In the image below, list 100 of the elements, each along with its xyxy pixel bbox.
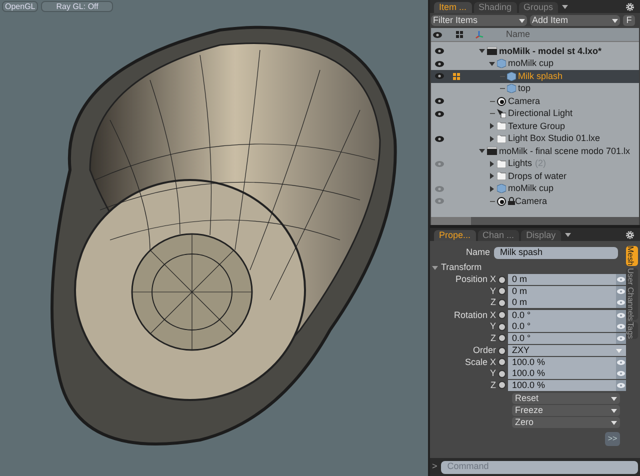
- value-field[interactable]: 0.0 °: [508, 310, 616, 321]
- field-label: Y: [488, 367, 497, 380]
- eye-toggle-icon[interactable]: [616, 368, 626, 380]
- tree-row[interactable]: Light Box Studio 01.lxe: [431, 132, 639, 145]
- caret-icon: [519, 18, 525, 22]
- order-dropdown[interactable]: ZXY: [508, 345, 626, 356]
- tree-row[interactable]: moMilk - model st 4.lxo*: [431, 45, 639, 58]
- eye-icon[interactable]: [434, 73, 444, 80]
- tree-row[interactable]: moMilk cup: [431, 182, 639, 195]
- collapsed-arrow-icon[interactable]: [490, 173, 494, 180]
- expanded-arrow-icon[interactable]: [479, 49, 485, 54]
- expanded-arrow-icon[interactable]: [479, 149, 485, 154]
- eye-toggle-icon[interactable]: [616, 321, 626, 332]
- field-label: Order: [472, 344, 497, 357]
- eye-toggle-icon[interactable]: [616, 297, 626, 308]
- clapperboard-icon: [487, 147, 497, 156]
- field-label: Z: [490, 378, 497, 392]
- tree-row[interactable]: Texture Group: [431, 120, 639, 132]
- tree-row[interactable]: moMilk cup: [431, 58, 639, 70]
- command-field[interactable]: Command: [441, 460, 638, 474]
- eye-toggle-icon[interactable]: [616, 286, 626, 297]
- item-label: Camera: [515, 194, 548, 208]
- f-button[interactable]: F: [623, 15, 635, 26]
- tree-row[interactable]: top: [431, 82, 639, 95]
- value-field[interactable]: 0.0 °: [508, 321, 616, 332]
- field-label: Y: [488, 284, 497, 298]
- side-tab[interactable]: User Channels: [626, 268, 638, 320]
- tree-row[interactable]: Drops of water: [431, 170, 639, 182]
- settings-icon[interactable]: [626, 3, 634, 11]
- cube-icon: [497, 184, 506, 194]
- eye-icon[interactable]: [434, 136, 444, 142]
- tree-row[interactable]: Camera: [431, 95, 639, 108]
- eye-icon[interactable]: [434, 48, 444, 54]
- panel-tab[interactable]: Item ...: [434, 2, 472, 13]
- viewport[interactable]: OpenGL Ray GL: Off: [0, 0, 428, 476]
- item-label: Lights: [508, 157, 532, 170]
- tree-row[interactable]: Camera: [431, 195, 639, 208]
- field-label: Scale X: [464, 356, 497, 368]
- value-field[interactable]: 100.0 %: [508, 368, 616, 380]
- eye-icon[interactable]: [434, 98, 444, 104]
- collapsed-arrow-icon[interactable]: [490, 160, 494, 167]
- item-label: Milk splash: [518, 70, 563, 83]
- value-field[interactable]: 0 m: [508, 297, 616, 308]
- item-label: Directional Light: [508, 107, 573, 120]
- value-field[interactable]: 0 m: [508, 274, 616, 286]
- grid-dots-icon[interactable]: [452, 72, 460, 80]
- light-icon: [497, 109, 506, 118]
- collapsed-arrow-icon[interactable]: [490, 186, 494, 192]
- tree-row[interactable]: moMilk - final scene modo 701.lx: [431, 145, 639, 158]
- tree-row[interactable]: Directional Light: [431, 108, 639, 120]
- item-label: moMilk - final scene modo 701.lx: [499, 144, 630, 158]
- eye-icon[interactable]: [434, 110, 444, 117]
- field-label: Rotation X: [452, 308, 497, 322]
- item-label: moMilk - model st 4.lxo*: [499, 44, 602, 58]
- value-field[interactable]: 100.0 %: [508, 356, 616, 368]
- expanded-arrow-icon[interactable]: [432, 266, 438, 270]
- collapsed-arrow-icon[interactable]: [490, 136, 494, 142]
- side-tab[interactable]: Tags: [626, 322, 638, 340]
- value-field[interactable]: 0 m: [508, 286, 616, 297]
- name-field[interactable]: Milk spash: [494, 247, 618, 259]
- filter-dropdown[interactable]: Filter Items: [431, 15, 527, 26]
- item-label: Camera: [508, 94, 540, 108]
- caret-icon[interactable]: [564, 233, 571, 237]
- item-label: Drops of water: [508, 170, 567, 183]
- caret-icon: [611, 396, 617, 400]
- eye-icon[interactable]: [434, 60, 444, 67]
- eye-toggle-icon[interactable]: [616, 332, 626, 344]
- side-tab[interactable]: Mesh: [626, 246, 638, 266]
- tree-row[interactable]: Milk splash: [431, 70, 639, 82]
- add-item-dropdown[interactable]: Add Item: [530, 15, 620, 26]
- action-dropdown[interactable]: Zero: [512, 417, 620, 428]
- eye-toggle-icon[interactable]: [616, 356, 626, 368]
- section-title: Transform: [441, 260, 482, 274]
- item-label: moMilk cup: [508, 182, 554, 195]
- eye-toggle-icon[interactable]: [616, 380, 626, 391]
- action-dropdown[interactable]: Freeze: [512, 405, 620, 416]
- lock-icon[interactable]: [508, 197, 515, 206]
- field-label: Position X: [454, 273, 497, 286]
- more-button[interactable]: >>: [605, 432, 620, 446]
- caret-icon[interactable]: [562, 5, 568, 9]
- expanded-arrow-icon[interactable]: [489, 62, 495, 66]
- settings-icon[interactable]: [626, 231, 634, 239]
- column-name: Name: [506, 28, 530, 41]
- eye-toggle-icon[interactable]: [616, 274, 626, 286]
- grid-dots-icon[interactable]: [456, 31, 463, 38]
- caret-icon: [611, 420, 617, 424]
- caret-icon: [616, 348, 622, 353]
- eye-toggle-icon[interactable]: [616, 310, 626, 321]
- collapsed-arrow-icon[interactable]: [490, 123, 494, 130]
- field-label: Name: [464, 246, 491, 260]
- caret-icon: [611, 408, 617, 412]
- scrollbar[interactable]: [431, 217, 471, 225]
- panel-tab[interactable]: Prope...: [434, 230, 476, 241]
- eye-icon[interactable]: [433, 32, 442, 38]
- value-field[interactable]: 0.0 °: [508, 332, 616, 344]
- toolbar-button[interactable]: Ray GL: Off: [41, 1, 114, 12]
- field-label: Z: [490, 332, 497, 344]
- action-dropdown[interactable]: Reset: [512, 393, 620, 404]
- item-label: moMilk cup: [508, 57, 554, 70]
- value-field[interactable]: 100.0 %: [508, 380, 616, 391]
